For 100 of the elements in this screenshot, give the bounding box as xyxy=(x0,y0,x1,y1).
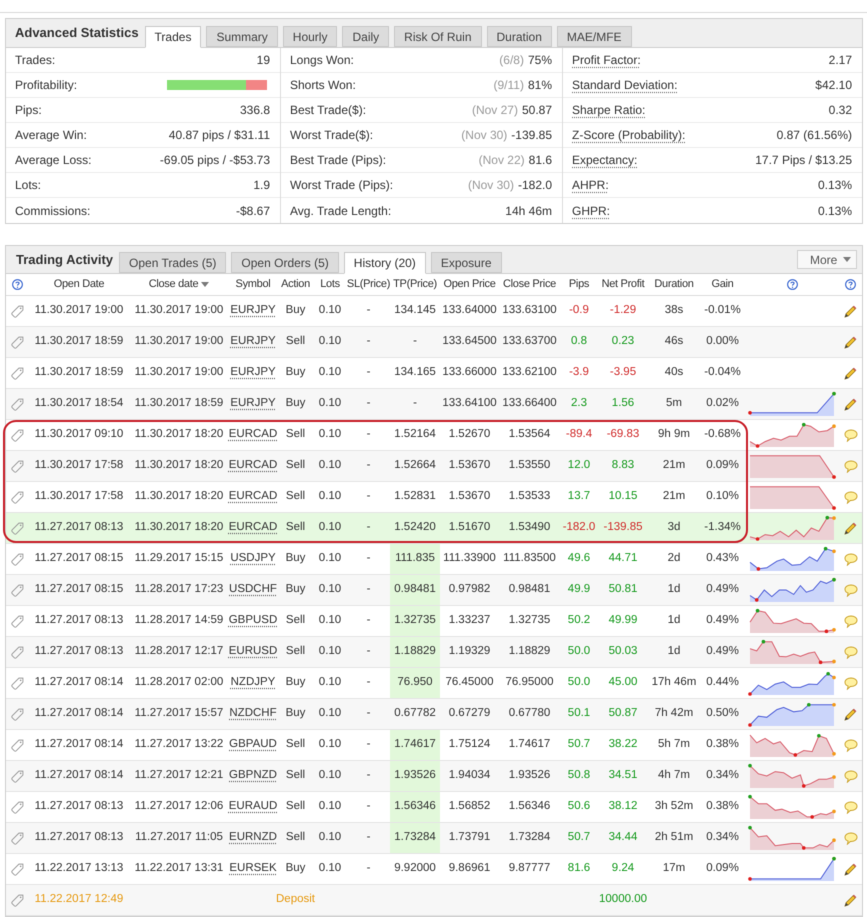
tag-icon[interactable] xyxy=(10,832,24,844)
tag-icon[interactable] xyxy=(10,676,24,690)
take-profit: 134.145 xyxy=(394,303,436,318)
symbol-link[interactable]: EURAUD xyxy=(228,798,278,816)
column-header[interactable]: TP(Price) xyxy=(393,276,437,293)
tab[interactable]: Open Trades (5) xyxy=(119,252,226,273)
stat-label: Worst Trade (Pips): xyxy=(290,177,394,194)
stat-label[interactable]: Standard Deviation: xyxy=(572,76,678,94)
tab[interactable]: Trades xyxy=(144,26,202,48)
speech-bubble-icon[interactable] xyxy=(844,738,858,752)
speech-bubble-icon[interactable] xyxy=(844,832,858,844)
symbol-link[interactable]: USDCHF xyxy=(229,581,277,599)
pencil-icon[interactable] xyxy=(844,522,857,534)
speech-bubble-icon[interactable] xyxy=(844,460,858,472)
column-header[interactable]: Gain xyxy=(711,276,734,293)
tag-icon[interactable] xyxy=(10,398,24,410)
symbol-link[interactable]: EURJPY xyxy=(230,302,276,320)
tab[interactable]: Exposure xyxy=(430,252,502,273)
tag-icon[interactable] xyxy=(10,646,24,658)
symbol-link[interactable]: EURSEK xyxy=(229,860,277,878)
panel-title: Advanced Statistics xyxy=(15,24,139,42)
column-header[interactable]: Lots xyxy=(320,276,340,293)
more-button[interactable]: More xyxy=(797,250,857,269)
stat-label[interactable]: Profit Factor: xyxy=(572,51,641,69)
tab[interactable]: Open Orders (5) xyxy=(231,252,339,273)
column-header[interactable]: Open Price xyxy=(443,276,496,293)
help-icon[interactable] xyxy=(845,279,856,290)
column-header[interactable]: Pips xyxy=(568,276,590,293)
tab[interactable]: Summary xyxy=(206,26,278,47)
symbol-link[interactable]: EURNZD xyxy=(229,829,277,847)
pencil-icon[interactable] xyxy=(844,708,857,720)
column-header[interactable]: Net Profit xyxy=(602,276,644,293)
symbol-link[interactable]: EURUSD xyxy=(228,643,278,661)
symbol-link[interactable]: GBPNZD xyxy=(229,767,277,785)
symbol-link[interactable]: EURCAD xyxy=(228,488,278,506)
stat-label[interactable]: GHPR: xyxy=(572,202,610,220)
tag-icon[interactable] xyxy=(10,366,24,380)
symbol-link[interactable]: EURCAD xyxy=(228,457,278,475)
column-header[interactable]: Symbol xyxy=(236,276,270,293)
stat-label[interactable]: Z-Score (Probability): xyxy=(572,126,686,144)
symbol-link[interactable]: GBPAUD xyxy=(229,736,277,754)
tag-icon[interactable] xyxy=(10,428,24,442)
column-header[interactable]: Close Price xyxy=(503,276,556,293)
tab[interactable]: History (20) xyxy=(344,252,426,274)
pencil-icon[interactable] xyxy=(844,336,857,348)
stat-label[interactable]: Sharpe Ratio: xyxy=(572,101,646,119)
tag-icon[interactable] xyxy=(10,800,24,814)
column-header[interactable]: Open Date xyxy=(54,276,104,293)
tag-icon[interactable] xyxy=(10,460,24,472)
tag-icon[interactable] xyxy=(10,336,24,348)
column-header[interactable]: Close date xyxy=(148,276,198,293)
tag-icon[interactable] xyxy=(10,708,24,720)
column-header[interactable]: SL(Price) xyxy=(346,276,390,293)
symbol-link[interactable]: EURCAD xyxy=(228,519,278,537)
stat-label[interactable]: AHPR: xyxy=(572,176,609,194)
stop-loss: - xyxy=(366,830,370,846)
speech-bubble-icon[interactable] xyxy=(844,646,858,658)
symbol-link[interactable]: EURCAD xyxy=(228,426,278,444)
symbol-link[interactable]: EURJPY xyxy=(230,364,276,382)
tab[interactable]: Duration xyxy=(486,26,552,47)
speech-bubble-icon[interactable] xyxy=(844,552,858,566)
speech-bubble-icon[interactable] xyxy=(844,428,858,442)
symbol-link[interactable]: USDJPY xyxy=(230,550,276,568)
tag-icon[interactable] xyxy=(10,522,24,534)
pencil-icon[interactable] xyxy=(844,398,857,410)
tab[interactable]: Risk Of Ruin xyxy=(394,26,482,47)
pencil-icon[interactable] xyxy=(844,894,857,906)
tag-icon[interactable] xyxy=(10,894,24,906)
tag-icon[interactable] xyxy=(10,490,24,504)
tag-icon[interactable] xyxy=(10,584,24,596)
help-icon[interactable] xyxy=(12,279,22,290)
symbol-link[interactable]: GBPUSD xyxy=(228,612,278,630)
pencil-icon[interactable] xyxy=(844,304,857,318)
speech-bubble-icon[interactable] xyxy=(844,676,858,690)
symbol-link[interactable]: NZDCHF xyxy=(229,705,277,723)
symbol-link[interactable]: EURJPY xyxy=(230,333,276,351)
speech-bubble-icon[interactable] xyxy=(844,770,858,782)
stat-label: Longs Won: xyxy=(290,52,354,69)
tag-icon[interactable] xyxy=(10,738,24,752)
pencil-icon[interactable] xyxy=(844,862,857,876)
tag-icon[interactable] xyxy=(10,862,24,876)
tag-icon[interactable] xyxy=(10,614,24,628)
tab[interactable]: MAE/MFE xyxy=(556,26,632,47)
speech-bubble-icon[interactable] xyxy=(844,584,858,596)
tag-icon[interactable] xyxy=(10,770,24,782)
column-header[interactable]: Action xyxy=(281,276,310,293)
speech-bubble-icon[interactable] xyxy=(844,800,858,814)
symbol-link[interactable]: EURJPY xyxy=(230,395,276,413)
symbol-link[interactable]: NZDJPY xyxy=(230,674,276,692)
speech-bubble-icon[interactable] xyxy=(844,490,858,504)
stat-label[interactable]: Expectancy: xyxy=(572,151,638,169)
column-header[interactable]: Duration xyxy=(654,276,694,293)
take-profit: - xyxy=(413,334,417,350)
pencil-icon[interactable] xyxy=(844,366,857,380)
help-icon[interactable] xyxy=(786,279,798,290)
tag-icon[interactable] xyxy=(10,304,24,318)
tab[interactable]: Hourly xyxy=(282,26,338,47)
tab[interactable]: Daily xyxy=(342,26,390,47)
speech-bubble-icon[interactable] xyxy=(844,614,858,628)
tag-icon[interactable] xyxy=(10,552,24,566)
